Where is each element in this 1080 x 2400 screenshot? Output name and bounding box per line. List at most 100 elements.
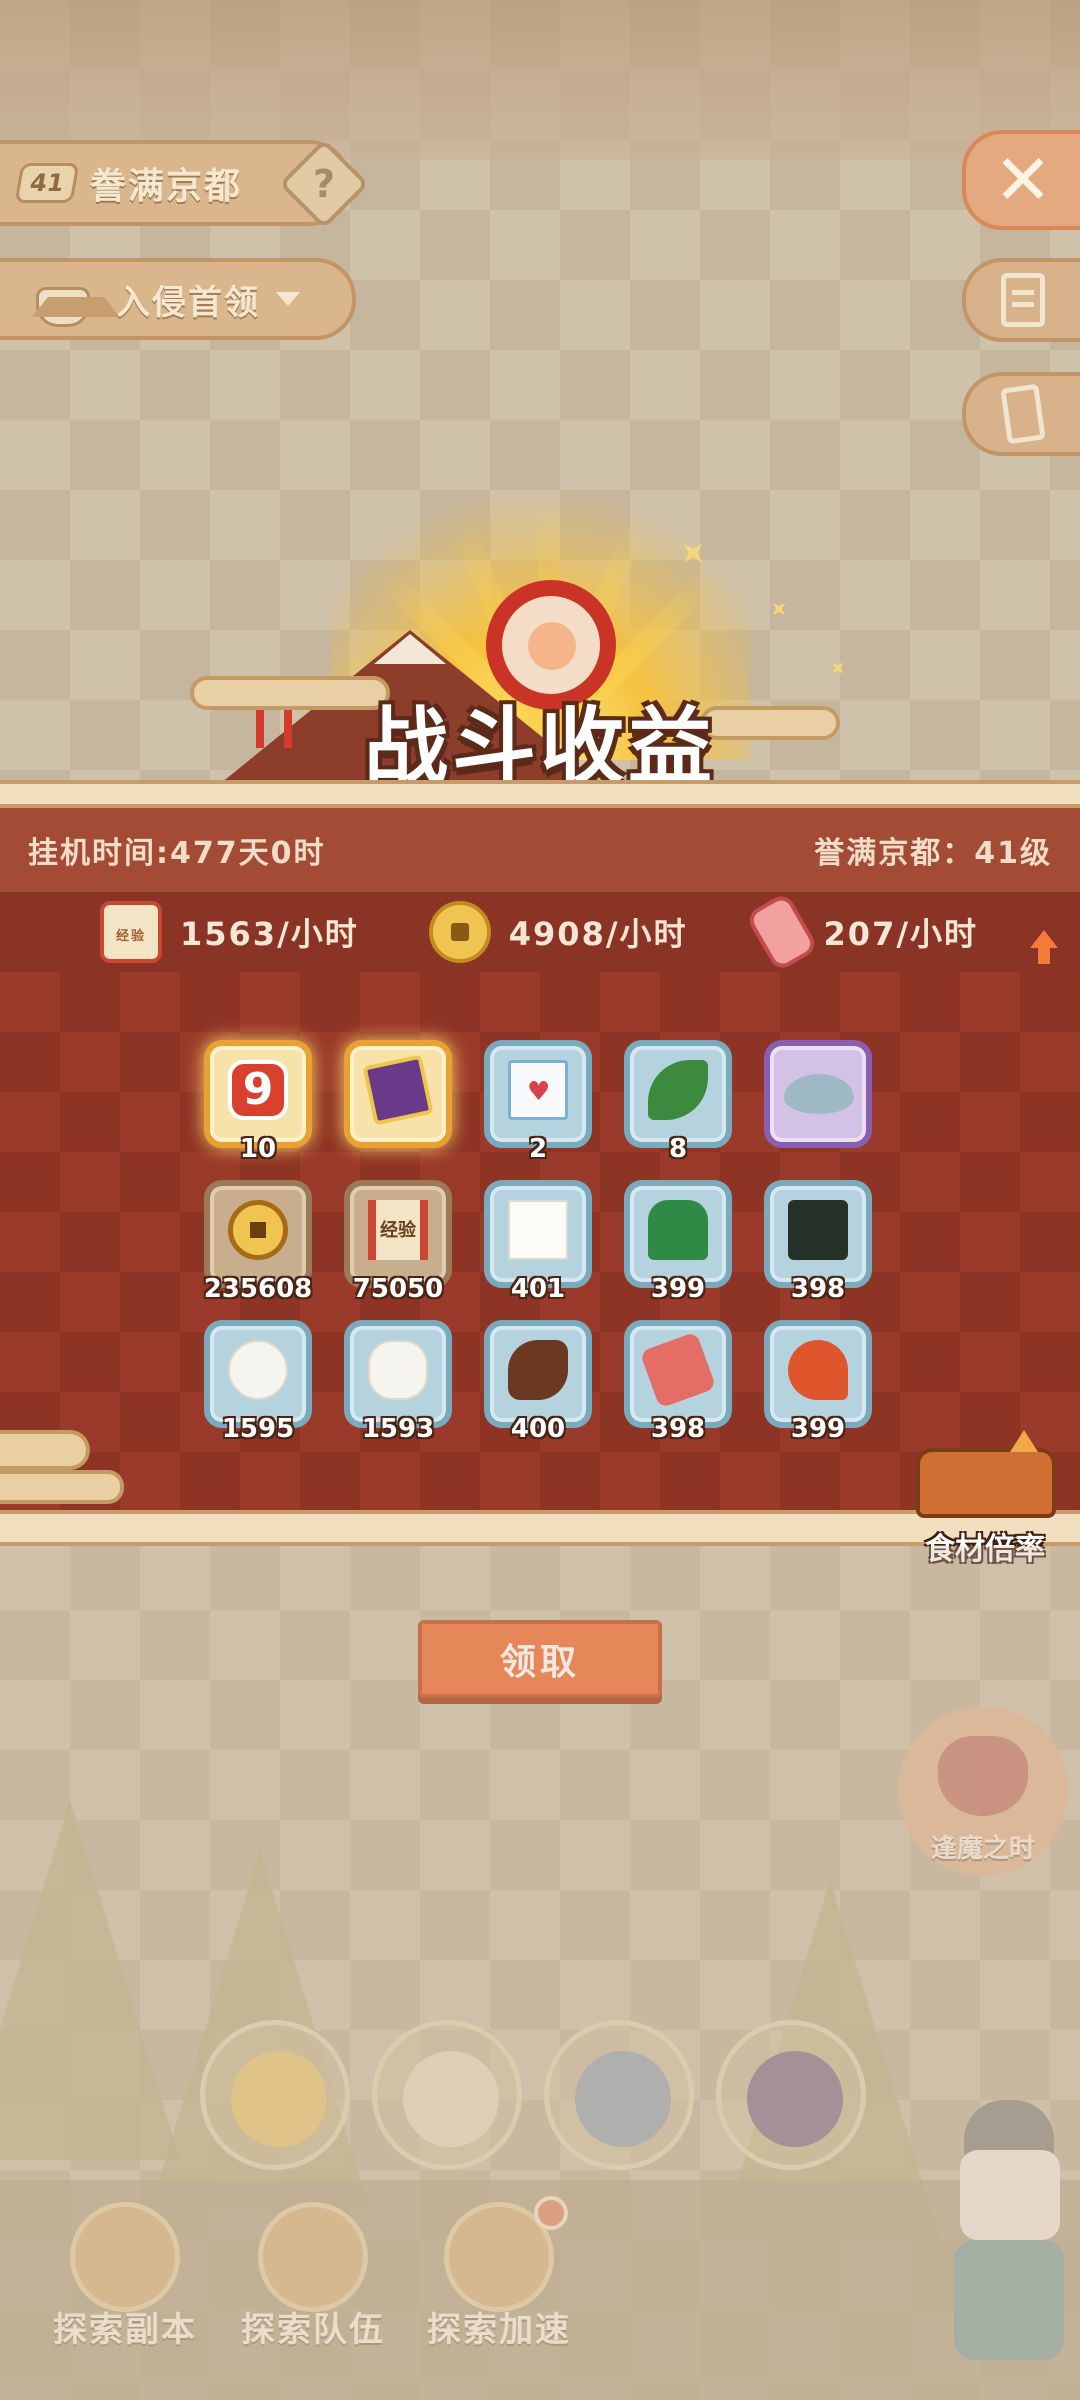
reward-item[interactable] — [344, 1040, 452, 1148]
hero-avatar — [575, 2051, 671, 2147]
hero-slot[interactable] — [544, 2020, 694, 2170]
hero-slot[interactable] — [716, 2020, 866, 2170]
reward-item[interactable]: 399 — [764, 1320, 872, 1444]
explore-team-label: 探索队伍 — [241, 2310, 385, 2350]
exp-scroll-icon — [368, 1200, 428, 1260]
arrow-up-icon[interactable] — [1030, 930, 1058, 964]
rate-exp-text: 1563/小时 — [180, 915, 359, 953]
document-icon — [1001, 273, 1045, 327]
item-count: 398 — [790, 1274, 846, 1304]
reward-item[interactable]: 398 — [624, 1320, 732, 1444]
shrimp-icon — [788, 1340, 848, 1400]
stage-name: 誊满京都 — [90, 166, 243, 207]
item-count: 401 — [510, 1274, 566, 1304]
explore-speedup-label: 探索加速 — [427, 2310, 571, 2350]
explore-team-button[interactable]: 探索队伍 — [218, 2196, 408, 2386]
item-count: 2 — [528, 1134, 548, 1164]
reward-item[interactable]: 401 — [484, 1180, 592, 1304]
item-count: 10 — [239, 1134, 277, 1164]
hero-avatar — [403, 2051, 499, 2147]
red-nine-orb-icon — [228, 1060, 288, 1120]
oni-hour-button[interactable]: 逢魔之时 — [898, 1706, 1068, 1876]
close-icon: ✕ — [993, 139, 1053, 221]
eel-icon — [508, 1340, 568, 1400]
arrow-up-icon — [1010, 1430, 1038, 1452]
rate-item-meat: 207/小时 — [744, 891, 979, 973]
info-row: 挂机时间:477天0时 誉满京都：41级 — [0, 808, 1080, 892]
fish-icon — [784, 1074, 854, 1114]
battle-reward-banner: 战斗收益 — [0, 440, 1080, 800]
reward-item[interactable]: 10 — [204, 1040, 312, 1164]
rate-item-exp: 经验 1563/小时 — [100, 901, 359, 963]
npc-face — [960, 2150, 1060, 2240]
hero-avatar — [231, 2051, 327, 2147]
reward-item[interactable]: 398 — [764, 1180, 872, 1304]
vegetable-basket-icon — [916, 1448, 1056, 1518]
oni-mask-icon — [938, 1736, 1028, 1816]
nori-icon — [788, 1200, 848, 1260]
item-count: 75050 — [352, 1274, 444, 1304]
reward-item[interactable]: 399 — [624, 1180, 732, 1304]
reward-item[interactable]: 1595 — [204, 1320, 312, 1444]
sparkle-icon — [827, 657, 850, 680]
npc-character — [944, 2100, 1074, 2380]
purple-ticket-icon — [362, 1054, 434, 1126]
item-count: 398 — [650, 1414, 706, 1444]
reward-item[interactable]: 235608 — [204, 1180, 312, 1304]
idle-time-text: 挂机时间:477天0时 — [28, 836, 326, 871]
close-button[interactable]: ✕ — [962, 130, 1080, 230]
item-count: 235608 — [203, 1274, 313, 1304]
card-icon — [1000, 383, 1046, 445]
npc-body — [954, 2240, 1064, 2360]
stage-level-badge: 41 — [14, 163, 80, 203]
oni-hour-label: 逢魔之时 — [930, 1834, 1035, 1864]
mountain-snow — [374, 634, 446, 664]
hero-avatar — [747, 2051, 843, 2147]
claim-button[interactable]: 领取 — [418, 1620, 662, 1698]
reward-grid: 10 2 8 235608 75050 401 399 398 1595 159… — [204, 1040, 884, 1444]
exp-scroll-icon: 经验 — [100, 901, 162, 963]
sparkle-icon — [766, 596, 791, 621]
notification-dot — [534, 2196, 568, 2230]
rate-item-coin: 4908/小时 — [428, 901, 688, 963]
tofu-icon — [508, 1200, 568, 1260]
item-count: 399 — [650, 1274, 706, 1304]
oni-head-icon — [30, 273, 120, 327]
log-button[interactable] — [962, 258, 1080, 342]
top-band — [0, 0, 1080, 160]
gold-coin-icon — [228, 1200, 288, 1260]
team-icon — [258, 2202, 368, 2312]
item-count: 399 — [790, 1414, 846, 1444]
hero-slot[interactable] — [372, 2020, 522, 2170]
rice-ball-icon — [228, 1340, 288, 1400]
reward-item[interactable] — [764, 1040, 872, 1148]
explore-dungeon-button[interactable]: 探索副本 — [30, 2196, 220, 2386]
stage-level-bar[interactable]: 41 誊满京都 ? — [0, 138, 370, 230]
item-count: 1593 — [361, 1414, 435, 1444]
hero-slot[interactable] — [200, 2020, 350, 2170]
milk-carton-icon — [508, 1060, 568, 1120]
reward-item[interactable]: 2 — [484, 1040, 592, 1164]
explore-dungeon-label: 探索副本 — [53, 2310, 197, 2350]
coin-icon — [428, 901, 491, 963]
chevron-down-icon — [276, 292, 300, 306]
double-rice-icon — [368, 1340, 428, 1400]
bok-choy-icon — [648, 1200, 708, 1260]
explore-speedup-button[interactable]: 探索加速 — [404, 2196, 594, 2386]
food-rate-button[interactable]: 食材倍率 — [900, 1430, 1070, 1570]
boss-select-dropdown[interactable]: 入侵首领 — [0, 258, 356, 340]
rate-meat-text: 207/小时 — [823, 915, 979, 953]
cloud-swirl — [0, 1430, 124, 1504]
item-count: 400 — [510, 1414, 566, 1444]
item-count: 8 — [668, 1134, 688, 1164]
magnifier-icon — [70, 2202, 180, 2312]
reward-item[interactable]: 75050 — [344, 1180, 452, 1304]
reward-item[interactable]: 400 — [484, 1320, 592, 1444]
reward-item[interactable]: 1593 — [344, 1320, 452, 1444]
rate-coin-text: 4908/小时 — [508, 915, 688, 953]
panel-top-edge — [0, 780, 1080, 808]
item-count: 1595 — [221, 1414, 295, 1444]
boss-select-label: 入侵首领 — [116, 282, 260, 323]
stage-level-text: 誉满京都：41级 — [814, 836, 1052, 871]
reward-item[interactable]: 8 — [624, 1040, 732, 1164]
